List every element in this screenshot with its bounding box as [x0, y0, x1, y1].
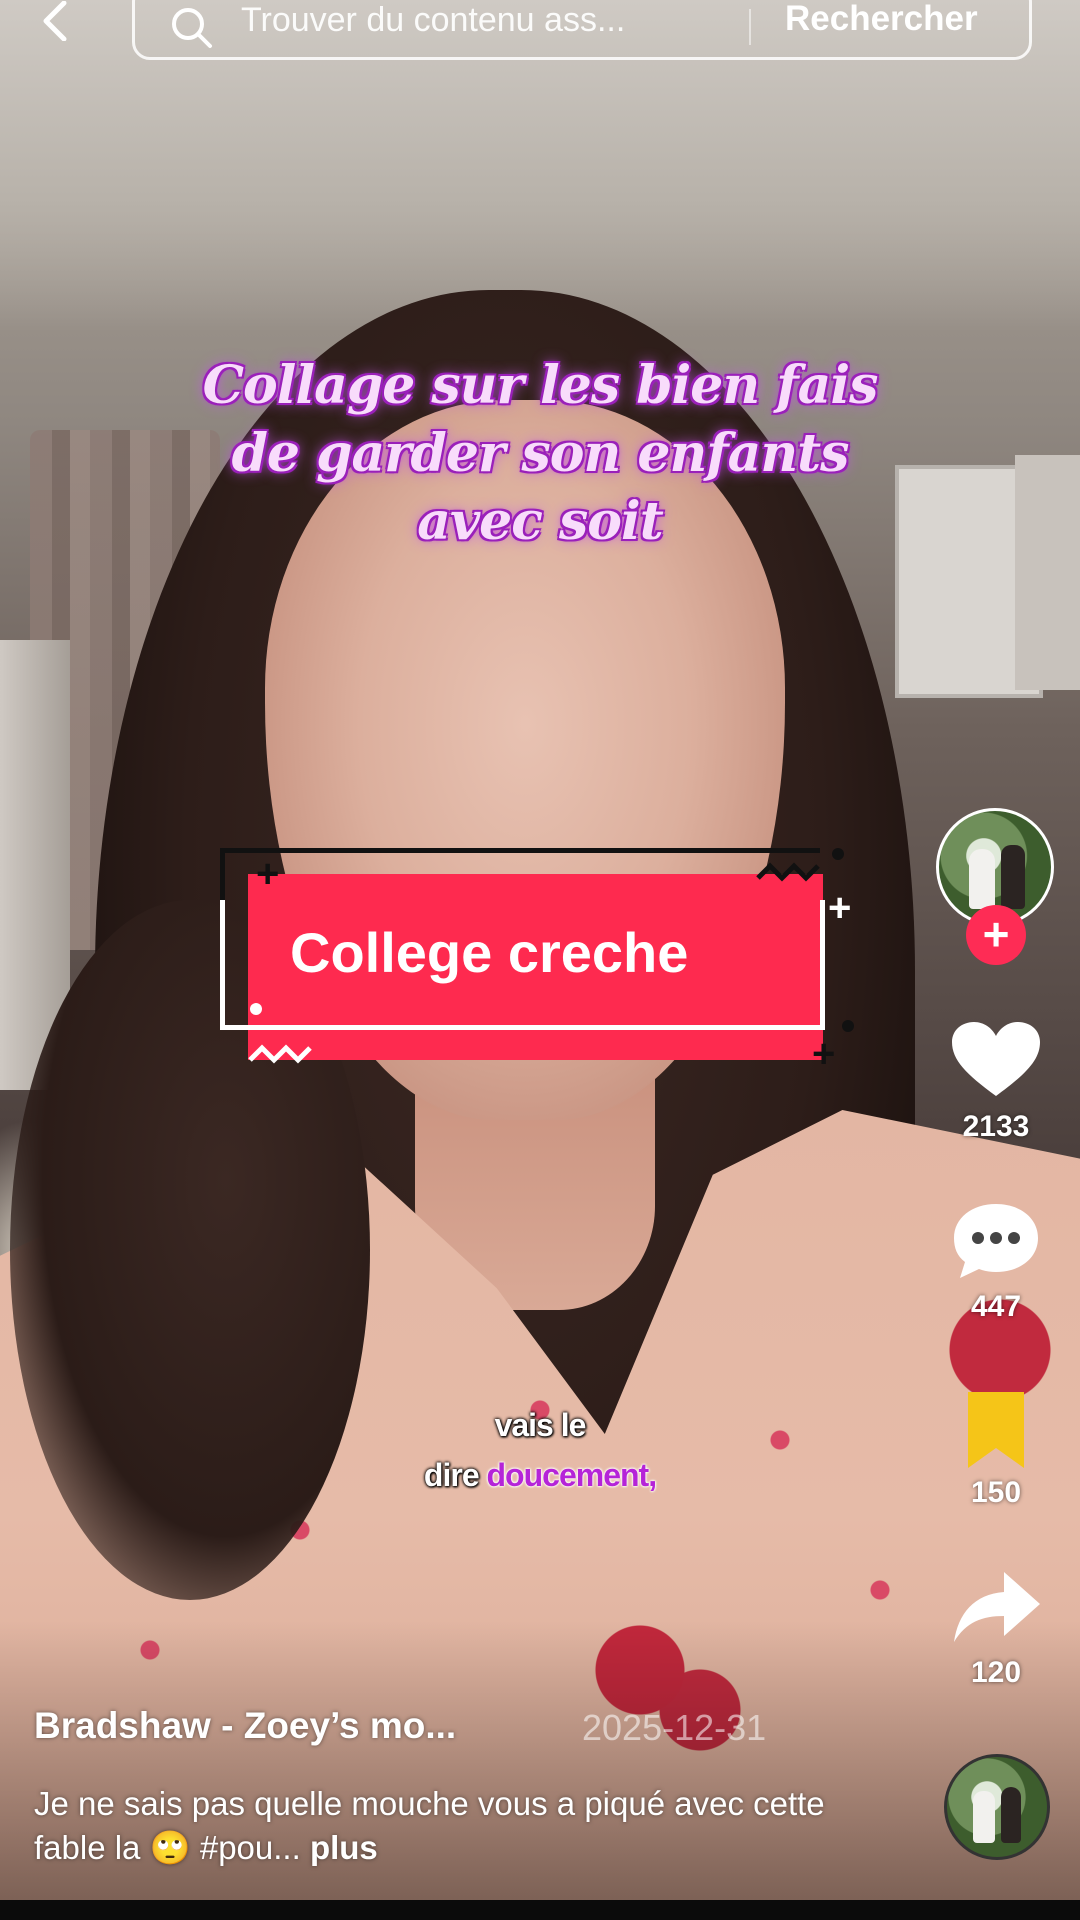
like-count: 2133 [962, 1110, 1030, 1143]
bookmark-icon[interactable] [948, 1390, 1044, 1470]
author-name[interactable]: Bradshaw - Zoey’s mo... [34, 1705, 456, 1747]
back-button[interactable] [38, 0, 88, 42]
back-chevron-icon [43, 1, 67, 41]
zigzag-decoration-icon [248, 1044, 312, 1064]
dot-decoration-icon [250, 1003, 262, 1015]
search-button[interactable]: Rechercher [785, 0, 978, 39]
music-disc-icon[interactable] [944, 1754, 1050, 1860]
follow-button[interactable]: + [966, 905, 1026, 965]
heart-icon[interactable] [948, 1020, 1044, 1100]
dot-decoration-icon [832, 848, 844, 860]
caption-highlight-word: doucement, [486, 1457, 658, 1493]
zigzag-decoration-icon [756, 862, 820, 882]
bottom-gradient [0, 1620, 1080, 1920]
video-stage[interactable]: Trouver du contenu ass... Rechercher Col… [0, 0, 1080, 1920]
search-divider [749, 9, 751, 45]
video-title-overlay: Collage sur les bien fais de garder son … [150, 352, 930, 556]
bottom-bar [0, 1900, 1080, 1920]
search-input[interactable]: Trouver du contenu ass... [241, 1, 625, 40]
music-disc-figure [973, 1791, 995, 1843]
more-link[interactable]: plus [310, 1829, 378, 1866]
plus-decoration-icon: + [256, 852, 280, 896]
title-line: avec soit [417, 491, 664, 552]
video-caption: vais le dire doucement, [300, 1400, 780, 1500]
search-bar[interactable]: Trouver du contenu ass... Rechercher [132, 0, 1032, 60]
caption-line: dire doucement, [300, 1450, 780, 1500]
title-line: Collage sur les bien fais [202, 355, 879, 416]
video-badge-sticker: College creche + + + [220, 848, 860, 1074]
title-line: de garder son enfants [231, 423, 850, 484]
badge-text: College creche [290, 921, 689, 984]
caption-word: dire [423, 1457, 480, 1493]
dot-decoration-icon [842, 1020, 854, 1032]
music-disc-figure [1001, 1787, 1021, 1843]
comment-icon[interactable] [948, 1200, 1044, 1280]
description-text: Je ne sais pas quelle mouche vous a piqu… [34, 1785, 825, 1866]
plus-decoration-icon: + [828, 886, 852, 930]
share-icon[interactable] [948, 1568, 1044, 1648]
avatar-figure [969, 849, 995, 909]
post-date: 2025-12-31 [582, 1707, 767, 1748]
comment-count: 447 [970, 1290, 1022, 1323]
save-count: 150 [970, 1476, 1022, 1509]
search-icon [172, 8, 212, 48]
plus-decoration-icon: + [812, 1032, 836, 1076]
post-description[interactable]: Je ne sais pas quelle mouche vous a piqu… [34, 1782, 894, 1870]
share-count: 120 [970, 1656, 1022, 1689]
caption-line: vais le [494, 1407, 587, 1443]
avatar-figure [1001, 845, 1025, 909]
video-cabinet-side [1015, 455, 1080, 690]
